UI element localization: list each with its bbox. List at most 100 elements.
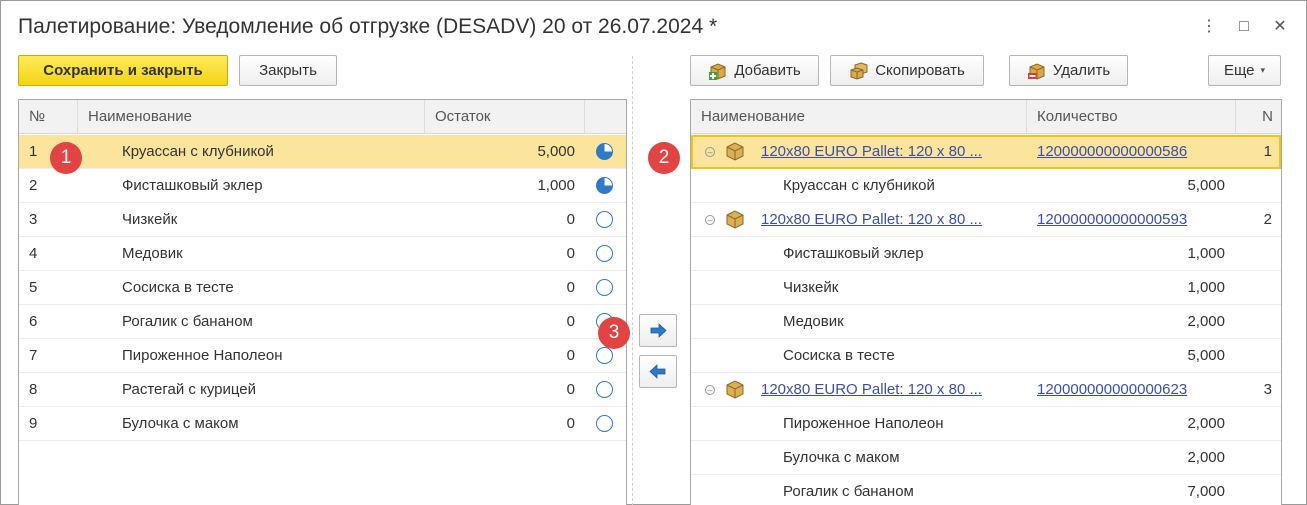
pallet-item-row[interactable]: Рогалик с бананом 7,000: [691, 475, 1281, 505]
table-row[interactable]: 8 Растегай с курицей 0: [19, 373, 626, 407]
pallet-row[interactable]: – 120x80 EURO Pallet: 120 x 80 ... 1200000…: [691, 203, 1281, 237]
pallet-item-row[interactable]: Чизкейк 1,000: [691, 271, 1281, 305]
palletizing-window: Палетирование: Уведомление об отгрузке (…: [0, 0, 1307, 505]
add-box-icon: [709, 62, 726, 80]
fill-status-icon: [596, 245, 613, 262]
add-label: Добавить: [734, 62, 801, 79]
pallet-sscc-link[interactable]: 120000000000000623: [1037, 373, 1227, 406]
rest-value: 1,000: [537, 177, 575, 194]
delete-button[interactable]: Удалить: [1009, 55, 1128, 86]
column-header-name[interactable]: Наименование: [78, 100, 425, 134]
column-header-number[interactable]: №: [19, 100, 78, 134]
row-number: 3: [29, 211, 38, 228]
pallet-name-link[interactable]: 120x80 EURO Pallet: 120 x 80 ...: [761, 203, 1023, 236]
collapse-icon[interactable]: –: [705, 147, 715, 157]
rest-value: 0: [566, 245, 575, 262]
table-row[interactable]: 2 Фисташковый эклер 1,000: [19, 169, 626, 203]
pallet-item-row[interactable]: Круассан с клубникой 5,000: [691, 169, 1281, 203]
column-header-n[interactable]: N: [1236, 100, 1281, 134]
copy-button[interactable]: Скопировать: [830, 55, 984, 86]
row-number: 6: [29, 313, 38, 330]
item-name: Растегай с курицей: [122, 381, 257, 398]
item-name: Пироженное Наполеон: [122, 347, 283, 364]
pallets-tree-table[interactable]: Наименование Количество N – 120x80 EURO P…: [690, 99, 1282, 505]
pallet-number: 3: [1263, 381, 1272, 398]
pallet-sscc-link[interactable]: 120000000000000593: [1037, 203, 1227, 236]
pallet-box-icon: [726, 142, 744, 161]
copy-label: Скопировать: [875, 62, 965, 79]
item-quantity: 2,000: [1187, 449, 1225, 466]
pallet-item-row[interactable]: Медовик 2,000: [691, 305, 1281, 339]
save-and-close-button[interactable]: Сохранить и закрыть: [18, 55, 228, 86]
step-badge-3: 3: [598, 317, 630, 349]
item-name: Сосиска в тесте: [783, 347, 895, 364]
column-header-rest[interactable]: Остаток: [425, 100, 585, 134]
item-quantity: 2,000: [1187, 313, 1225, 330]
more-button[interactable]: Еще ▾: [1208, 55, 1281, 86]
delete-box-icon: [1027, 62, 1045, 80]
item-name: Булочка с маком: [122, 415, 239, 432]
item-quantity: 1,000: [1187, 279, 1225, 296]
pallet-row[interactable]: – 120x80 EURO Pallet: 120 x 80 ... 1200000…: [691, 373, 1281, 407]
close-icon[interactable]: ✕: [1270, 15, 1290, 39]
remaining-items-table[interactable]: № Наименование Остаток 1 Круассан с клубн…: [18, 99, 627, 505]
pallet-box-icon: [726, 380, 744, 399]
row-number: 5: [29, 279, 38, 296]
column-header-quantity[interactable]: Количество: [1027, 100, 1236, 134]
maximize-icon[interactable]: □: [1234, 15, 1254, 39]
move-left-button[interactable]: [639, 355, 677, 388]
item-name: Чизкейк: [122, 211, 178, 228]
rest-value: 0: [566, 347, 575, 364]
item-quantity: 5,000: [1187, 177, 1225, 194]
pallet-row[interactable]: – 120x80 EURO Pallet: 120 x 80 ... 1200000…: [691, 135, 1281, 169]
table-row[interactable]: 3 Чизкейк 0: [19, 203, 626, 237]
rest-value: 0: [566, 415, 575, 432]
rest-value: 5,000: [537, 143, 575, 160]
add-button[interactable]: Добавить: [690, 55, 819, 86]
item-name: Рогалик с бананом: [783, 483, 914, 500]
arrow-right-icon: [650, 323, 667, 338]
item-quantity: 7,000: [1187, 483, 1225, 500]
pallet-item-row[interactable]: Фисташковый эклер 1,000: [691, 237, 1281, 271]
fill-status-icon: [596, 381, 613, 398]
item-name: Сосиска в тесте: [122, 279, 234, 296]
pallet-name-link[interactable]: 120x80 EURO Pallet: 120 x 80 ...: [761, 135, 1023, 168]
pallet-item-row[interactable]: Сосиска в тесте 5,000: [691, 339, 1281, 373]
delete-label: Удалить: [1052, 62, 1111, 79]
pallet-number: 1: [1263, 143, 1272, 160]
close-button[interactable]: Закрыть: [239, 55, 337, 86]
more-vert-icon[interactable]: ⋮: [1199, 15, 1219, 39]
column-header-name[interactable]: Наименование: [691, 100, 1027, 134]
item-quantity: 1,000: [1187, 245, 1225, 262]
item-quantity: 5,000: [1187, 347, 1225, 364]
pallet-item-row[interactable]: Пироженное Наполеон 2,000: [691, 407, 1281, 441]
table-row[interactable]: 6 Рогалик с бананом 0: [19, 305, 626, 339]
table-row[interactable]: 7 Пироженное Наполеон 0: [19, 339, 626, 373]
more-label: Еще: [1223, 62, 1255, 79]
table-row[interactable]: 4 Медовик 0: [19, 237, 626, 271]
item-name: Булочка с маком: [783, 449, 900, 466]
collapse-icon[interactable]: –: [705, 215, 715, 225]
fill-status-icon: [596, 347, 613, 364]
rest-value: 0: [566, 211, 575, 228]
pallet-item-row[interactable]: Булочка с маком 2,000: [691, 441, 1281, 475]
item-name: Медовик: [122, 245, 183, 262]
close-label: Закрыть: [259, 62, 317, 79]
table-row[interactable]: 9 Булочка с маком 0: [19, 407, 626, 441]
rest-value: 0: [566, 313, 575, 330]
pallet-number: 2: [1263, 211, 1272, 228]
pallet-name-link[interactable]: 120x80 EURO Pallet: 120 x 80 ...: [761, 373, 1023, 406]
step-badge-2: 2: [648, 142, 680, 174]
table-header: № Наименование Остаток: [19, 100, 626, 134]
move-right-button[interactable]: [639, 314, 677, 347]
table-row[interactable]: 5 Сосиска в тесте 0: [19, 271, 626, 305]
window-title: Палетирование: Уведомление об отгрузке (…: [18, 15, 718, 38]
item-name: Пироженное Наполеон: [783, 415, 944, 432]
item-name: Круассан с клубникой: [122, 143, 274, 160]
item-name: Круассан с клубникой: [783, 177, 935, 194]
table-row[interactable]: 1 Круассан с клубникой 5,000: [19, 135, 626, 169]
rest-value: 0: [566, 381, 575, 398]
collapse-icon[interactable]: –: [705, 385, 715, 395]
row-number: 7: [29, 347, 38, 364]
pallet-sscc-link[interactable]: 120000000000000586: [1037, 135, 1227, 168]
